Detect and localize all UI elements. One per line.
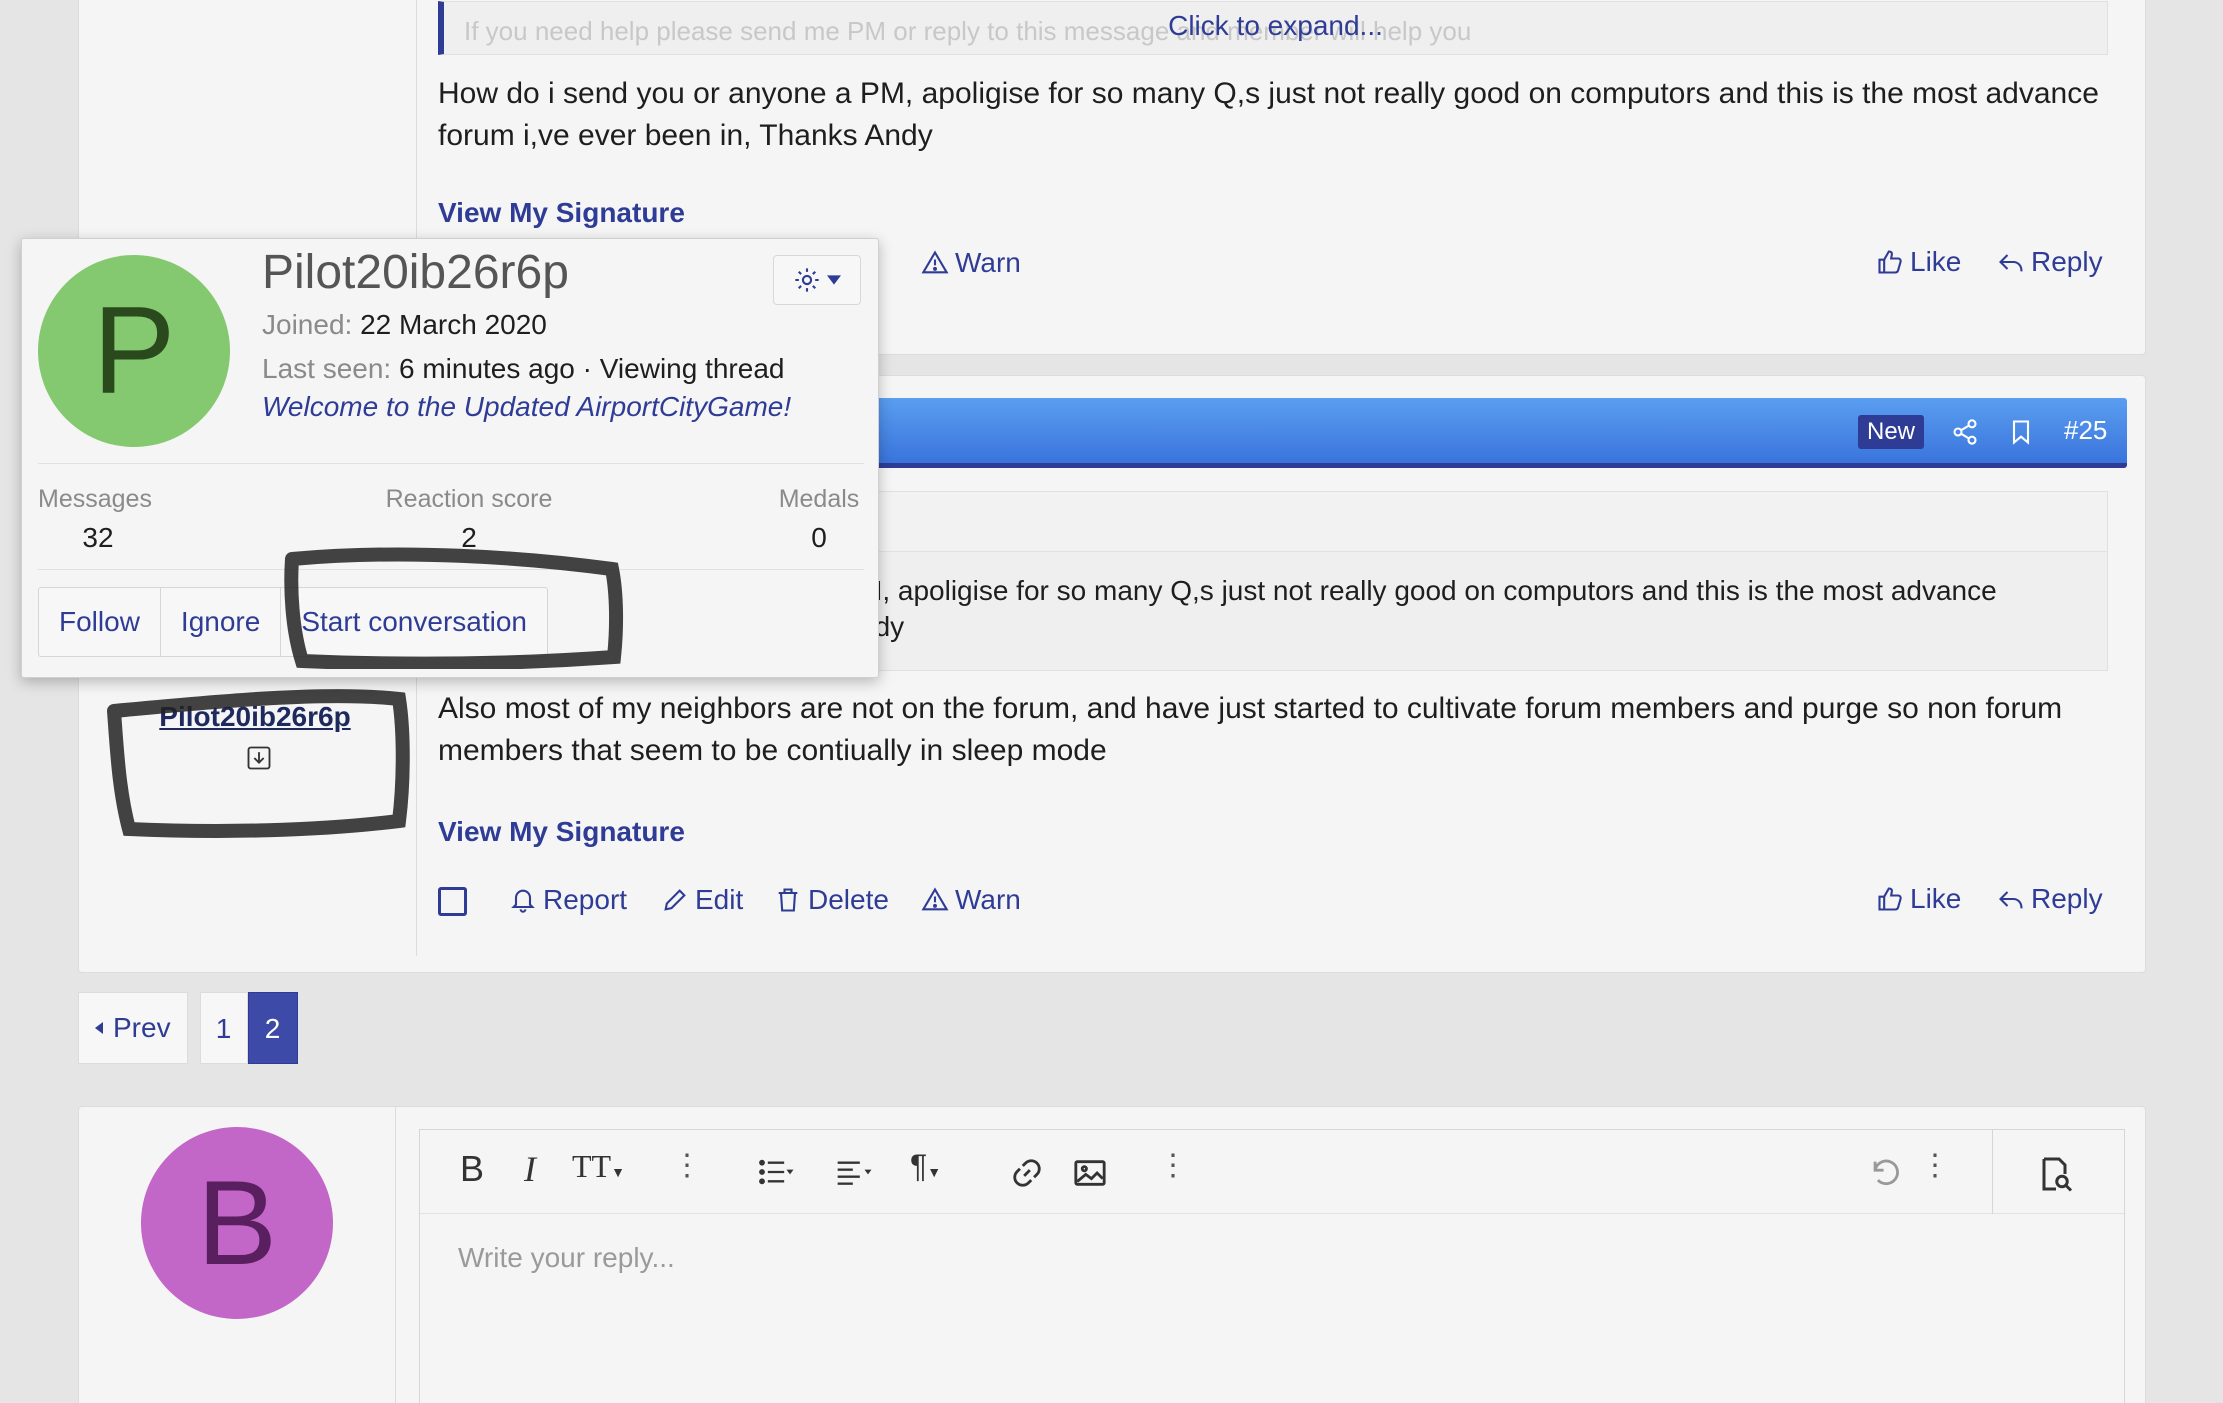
custom-title: Welcome to the Updated AirportCityGame!: [262, 391, 792, 422]
post-number-link[interactable]: #25: [2064, 415, 2107, 446]
warn-label: Warn: [955, 884, 1021, 915]
avatar[interactable]: B: [141, 1127, 333, 1319]
scribble-mark: [284, 547, 624, 669]
paragraph-format-button[interactable]: ¶▼: [910, 1148, 941, 1185]
reply-label: Reply: [2031, 246, 2103, 277]
reply-label: Reply: [2031, 883, 2103, 914]
text-size-button[interactable]: TT▼: [572, 1148, 625, 1185]
pencil-icon: [664, 889, 686, 911]
stat-value: 0: [811, 522, 827, 553]
more-options-icon[interactable]: ⋮: [1920, 1148, 1950, 1183]
stat-label: Medals: [778, 485, 860, 513]
user-column-divider: [395, 1107, 396, 1403]
undo-icon[interactable]: [1868, 1156, 1902, 1190]
stat-label: Reaction score: [385, 485, 553, 513]
gear-icon: [795, 268, 819, 292]
bookmark-icon[interactable]: [2007, 418, 2035, 446]
like-label: Like: [1910, 883, 1962, 914]
warning-icon: [921, 887, 949, 911]
click-to-expand-link[interactable]: Click to expand...: [444, 10, 2107, 42]
post-body: How do i send you or anyone a PM, apolig…: [438, 77, 2099, 152]
reply-button[interactable]: Reply: [1997, 883, 2103, 915]
bold-button[interactable]: B: [460, 1148, 484, 1190]
scribble-mark: [107, 689, 410, 838]
like-label: Like: [1910, 246, 1962, 277]
link-icon[interactable]: [1010, 1156, 1044, 1190]
more-options-icon[interactable]: ⋮: [1158, 1148, 1188, 1183]
preview-icon[interactable]: [2038, 1156, 2074, 1192]
pagination: Prev 1 2: [78, 992, 298, 1064]
popup-username[interactable]: Pilot20ib26r6p: [262, 245, 569, 300]
warning-icon: [921, 250, 949, 274]
last-seen-row: Last seen: 6 minutes ago · Viewing threa…: [262, 353, 784, 385]
follow-button[interactable]: Follow: [39, 588, 161, 656]
page-link[interactable]: 1: [199, 992, 248, 1064]
avatar-letter: B: [196, 1156, 278, 1290]
avatar[interactable]: P: [38, 255, 230, 447]
joined-label: Joined:: [262, 309, 353, 340]
prev-label: Prev: [113, 1012, 171, 1043]
stat-value: 32: [82, 522, 114, 553]
warn-button[interactable]: Warn: [921, 247, 1021, 279]
new-badge: New: [1858, 415, 1925, 449]
reply-icon: [1999, 254, 2023, 272]
page-link-current[interactable]: 2: [247, 992, 298, 1064]
delete-button[interactable]: Delete: [774, 884, 889, 916]
stat-medals: Medals 0: [774, 485, 864, 554]
stat-messages: Messages 32: [38, 485, 158, 554]
prev-page-button[interactable]: Prev: [78, 992, 188, 1064]
quote-text-line1: M, apoligise for so many Q,s just not re…: [859, 575, 1997, 606]
image-icon[interactable]: [1072, 1156, 1108, 1190]
thumbs-up-icon: [1878, 887, 1902, 911]
caret-down-icon: [827, 275, 841, 285]
quick-reply-card: B B I TT▼ ⋮ ¶▼ ⋮ ⋮ Write your reply...: [78, 1106, 2146, 1403]
like-button[interactable]: Like: [1876, 883, 1961, 915]
last-seen-value: 6 minutes ago · Viewing thread: [398, 353, 785, 384]
delete-label: Delete: [808, 884, 889, 915]
edit-label: Edit: [695, 884, 744, 915]
italic-button[interactable]: I: [524, 1148, 536, 1190]
report-button[interactable]: Report: [509, 884, 627, 916]
settings-menu-button[interactable]: [773, 255, 861, 305]
align-icon[interactable]: [834, 1158, 874, 1186]
like-button[interactable]: Like: [1876, 246, 1961, 278]
share-icon[interactable]: [1951, 418, 1979, 446]
view-signature-link[interactable]: View My Signature: [438, 197, 685, 229]
stat-label: Messages: [38, 485, 152, 513]
edit-button[interactable]: Edit: [661, 884, 743, 916]
quote-block: If you need help please send me PM or re…: [438, 1, 2108, 55]
view-signature-link[interactable]: View My Signature: [438, 816, 685, 848]
thumbs-up-icon: [1878, 250, 1902, 274]
bell-icon: [511, 889, 535, 913]
reply-button[interactable]: Reply: [1997, 246, 2103, 278]
divider: [38, 463, 864, 464]
chevron-left-icon: [95, 1022, 103, 1034]
more-options-icon[interactable]: ⋮: [672, 1148, 702, 1183]
trash-icon: [778, 888, 798, 912]
page-numbers: 1 2: [199, 992, 298, 1064]
post-body: Also most of my neighbors are not on the…: [438, 692, 2063, 767]
reply-input[interactable]: Write your reply...: [458, 1242, 675, 1274]
avatar-letter: P: [92, 282, 176, 420]
report-label: Report: [543, 884, 628, 915]
joined-row: Joined: 22 March 2020: [262, 309, 547, 341]
list-icon[interactable]: [756, 1158, 796, 1186]
last-seen-label: Last seen:: [262, 353, 392, 384]
select-checkbox[interactable]: [438, 887, 467, 916]
warn-button[interactable]: Warn: [921, 884, 1021, 916]
editor: B I TT▼ ⋮ ¶▼ ⋮ ⋮ Write your reply...: [419, 1129, 2125, 1403]
member-tooltip: P Pilot20ib26r6p Joined: 22 March 2020 L…: [21, 238, 879, 678]
reply-icon: [1999, 891, 2023, 909]
toolbar-divider: [1992, 1130, 1993, 1214]
joined-value: 22 March 2020: [360, 309, 547, 340]
warn-label: Warn: [955, 247, 1021, 278]
